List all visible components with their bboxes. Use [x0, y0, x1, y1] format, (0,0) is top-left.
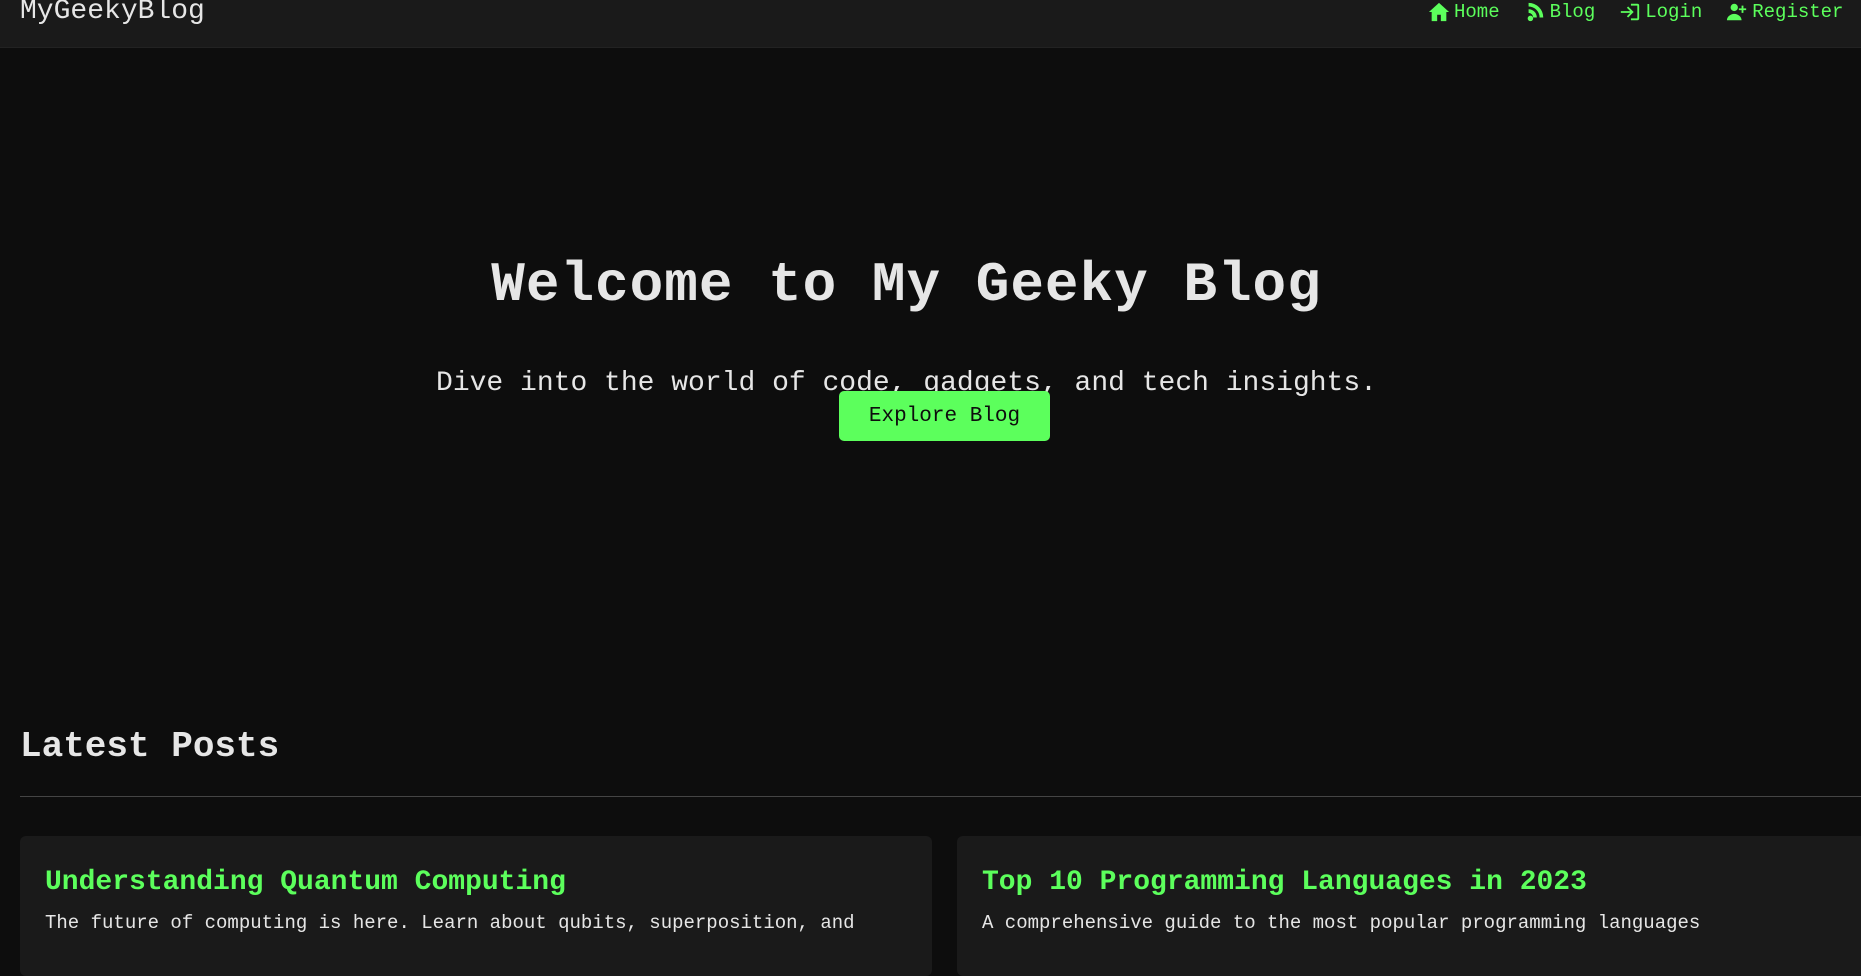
user-plus-icon: [1727, 3, 1747, 21]
nav-link-home[interactable]: Home: [1428, 1, 1500, 23]
post-title-link[interactable]: Understanding Quantum Computing: [45, 868, 907, 898]
nav-link-blog-label: Blog: [1549, 1, 1596, 23]
nav-link-blog[interactable]: Blog: [1524, 1, 1596, 23]
nav-link-register[interactable]: Register: [1726, 1, 1843, 23]
post-excerpt: A comprehensive guide to the most popula…: [982, 912, 1701, 934]
latest-posts-heading: Latest Posts: [20, 726, 280, 767]
brand-logo-link[interactable]: MyGeekyBlog: [20, 0, 205, 27]
nav-links: Home Blog Login Register: [1428, 0, 1861, 24]
nav-link-home-label: Home: [1454, 1, 1500, 23]
hero-section: Welcome to My Geeky Blog Dive into the w…: [0, 48, 1861, 668]
section-divider: [20, 796, 1861, 797]
post-card[interactable]: Top 10 Programming Languages in 2023 A c…: [957, 836, 1861, 976]
nav-link-register-label: Register: [1752, 1, 1844, 23]
blog-icon: [1527, 2, 1543, 22]
top-navbar: MyGeekyBlog Home Blog Login Register: [0, 0, 1861, 48]
nav-link-login-label: Login: [1645, 1, 1703, 23]
home-icon: [1428, 2, 1450, 22]
post-card[interactable]: Understanding Quantum Computing The futu…: [20, 836, 932, 976]
explore-blog-button[interactable]: Explore Blog: [839, 391, 1050, 441]
nav-link-login[interactable]: Login: [1619, 1, 1702, 23]
hero-title: Welcome to My Geeky Blog: [491, 253, 1322, 317]
post-title-link[interactable]: Top 10 Programming Languages in 2023: [982, 868, 1852, 898]
login-icon: [1621, 3, 1640, 21]
post-excerpt: The future of computing is here. Learn a…: [45, 912, 855, 934]
